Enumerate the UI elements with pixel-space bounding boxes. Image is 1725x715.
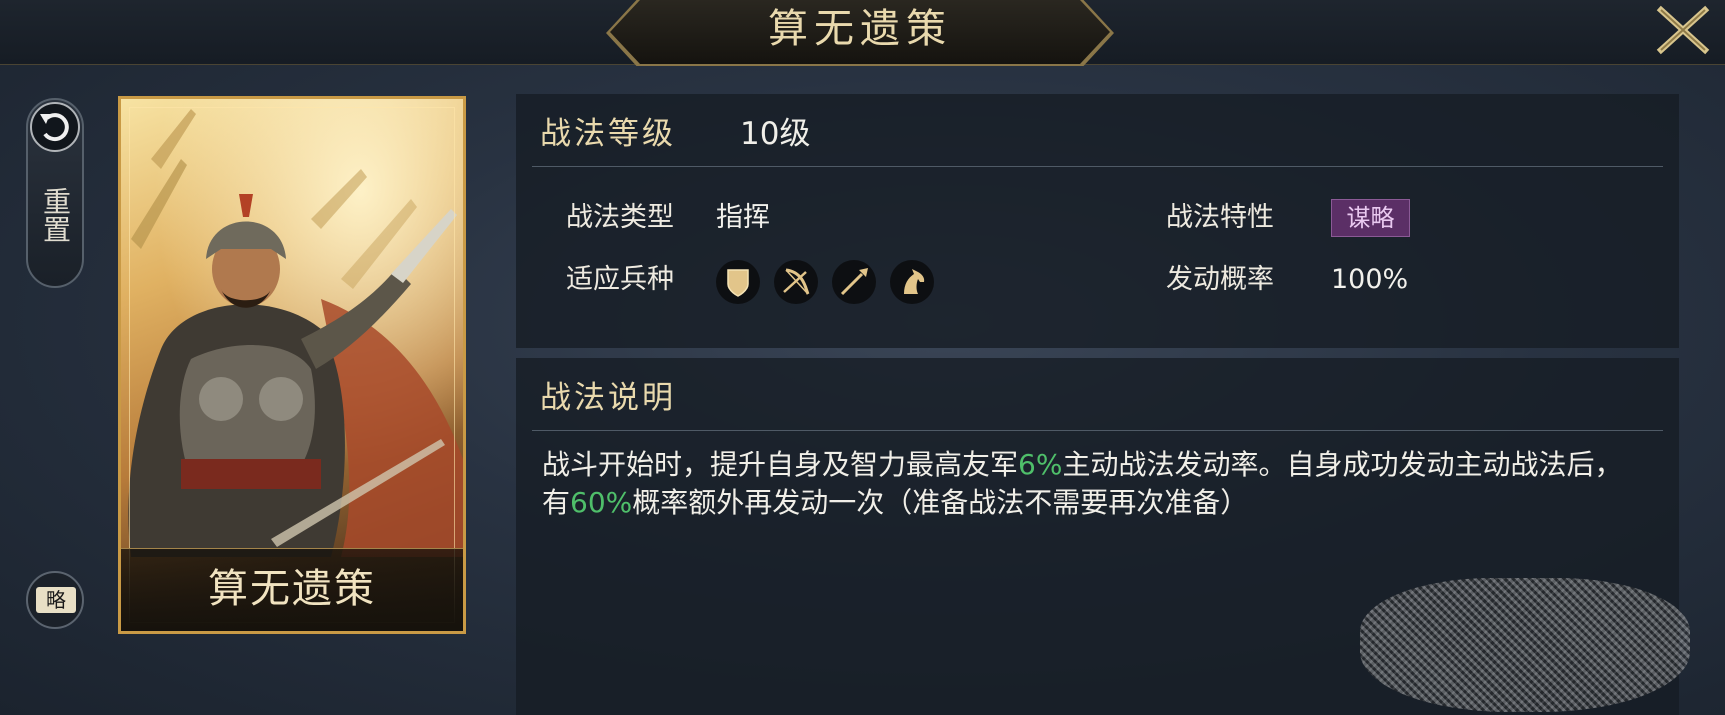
card-name: 算无遗策 [208,566,376,612]
desc-part-3: 概率额外再发动一次（准备战法不需要再次准备） [632,486,1249,519]
spear-icon [832,260,876,304]
tactic-info-panel: 战法等级 10级 战法类型 指挥 战法特性 谋略 适应兵种 发动概率 100% [516,94,1679,348]
divider [532,430,1663,431]
troops-label: 适应兵种 [566,264,674,295]
undo-icon [30,102,80,152]
description-text: 战斗开始时，提升自身及智力最高友军6%主动战法发动率。自身成功发动主动战法后，有… [542,446,1642,522]
trait-label: 战法特性 [1166,202,1274,233]
desc-highlight-2: 60% [570,486,633,519]
strategy-tag: 略 [36,587,76,613]
reset-label: 重置 [39,187,72,243]
tactic-card: 算无遗策 [118,96,466,634]
blurred-watermark [1360,578,1690,712]
description-heading: 战法说明 [540,380,676,416]
desc-part-1: 战斗开始时，提升自身及智力最高友军 [542,448,1019,481]
reset-button[interactable]: 重置 [26,98,84,288]
shield-icon [716,260,760,304]
card-name-bar: 算无遗策 [121,548,463,631]
bow-icon [774,260,818,304]
page-title: 算无遗策 [768,6,952,52]
desc-highlight-1: 6% [1018,448,1063,481]
chance-value: 100% [1331,264,1409,295]
trait-badge: 谋略 [1331,199,1410,237]
card-frame [129,107,455,623]
type-label: 战法类型 [566,202,674,233]
close-button[interactable] [1655,4,1711,56]
level-label: 战法等级 [540,116,676,152]
type-value: 指挥 [716,202,770,233]
level-value: 10级 [740,116,811,152]
chance-label: 发动概率 [1166,264,1274,295]
divider [532,166,1663,167]
horse-icon [890,260,934,304]
strategy-button[interactable]: 略 [26,571,84,629]
close-icon [1656,5,1710,55]
